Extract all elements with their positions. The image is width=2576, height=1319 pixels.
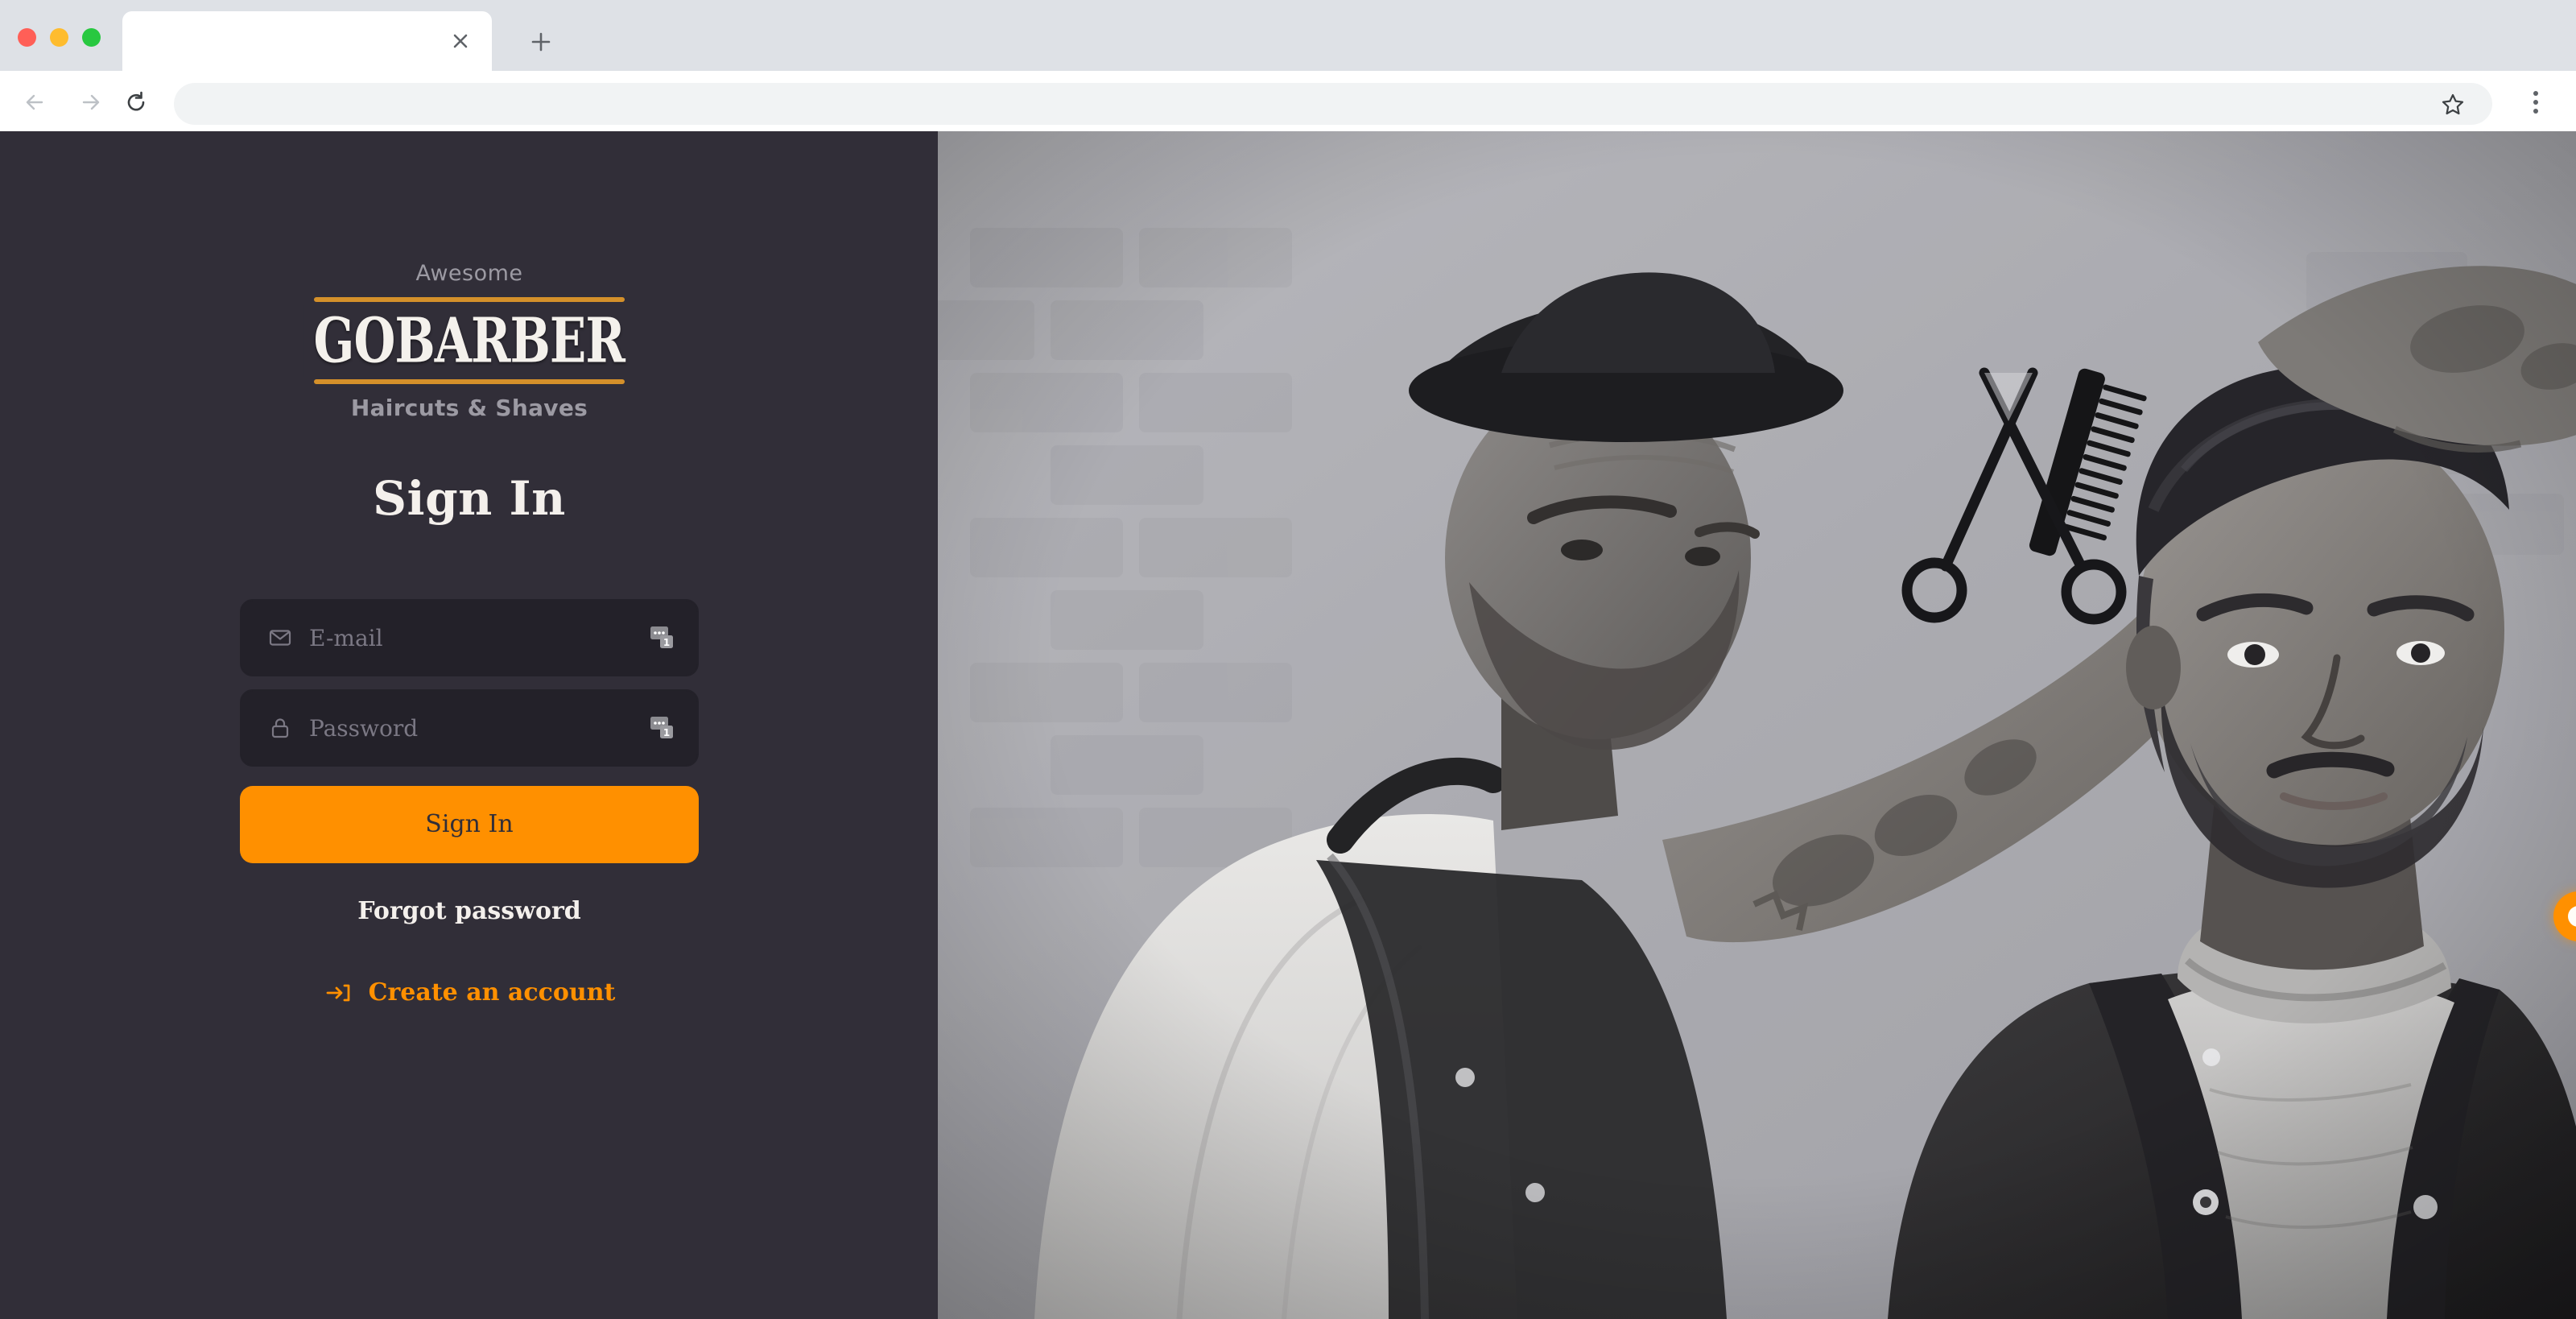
- page-title: Sign In: [373, 471, 566, 526]
- logo-main-row: GOBARBER: [303, 302, 636, 379]
- browser-menu-icon[interactable]: [2520, 86, 2552, 118]
- email-field[interactable]: 1: [240, 598, 699, 676]
- logo-top-word: Awesome: [415, 261, 523, 286]
- close-window-button[interactable]: [18, 28, 36, 47]
- chat-widget-icon: [2568, 906, 2576, 927]
- mail-icon: [267, 625, 293, 651]
- browser-tab[interactable]: [122, 11, 492, 71]
- password-manager-badge-icon[interactable]: 1: [649, 714, 678, 742]
- lock-icon: [267, 715, 293, 741]
- maximize-window-button[interactable]: [82, 28, 101, 47]
- menu-dot: [2533, 100, 2538, 105]
- browser-chrome: [0, 0, 2576, 131]
- tab-strip: [0, 0, 2576, 71]
- auth-panel: Awesome GOBARBER Haircuts & Shaves Sign …: [0, 131, 938, 1319]
- create-account-label: Create an account: [368, 978, 616, 1007]
- logo-bottom-word: Haircuts & Shaves: [350, 395, 588, 421]
- back-icon[interactable]: [18, 85, 52, 119]
- browser-toolbar: [0, 71, 2576, 131]
- sign-in-form: 1: [240, 598, 699, 863]
- reload-icon[interactable]: [119, 85, 153, 119]
- bookmark-star-icon[interactable]: [2438, 89, 2468, 120]
- menu-dot: [2533, 109, 2538, 114]
- logo-wordmark: GOBARBER: [303, 304, 636, 377]
- svg-text:1: 1: [663, 637, 670, 648]
- gobarber-logo: Awesome GOBARBER Haircuts & Shaves: [303, 261, 636, 421]
- password-input[interactable]: [308, 690, 625, 767]
- sign-in-button[interactable]: Sign In: [240, 785, 699, 863]
- minimize-window-button[interactable]: [50, 28, 68, 47]
- create-account-link[interactable]: Create an account: [324, 978, 616, 1007]
- close-tab-icon[interactable]: [447, 27, 474, 55]
- new-tab-icon[interactable]: [523, 24, 559, 60]
- auth-content: Awesome GOBARBER Haircuts & Shaves Sign …: [240, 131, 699, 1007]
- page-content: Awesome GOBARBER Haircuts & Shaves Sign …: [0, 131, 2576, 1319]
- password-field[interactable]: 1: [240, 688, 699, 767]
- app-root: Awesome GOBARBER Haircuts & Shaves Sign …: [0, 0, 2576, 1319]
- menu-dot: [2533, 91, 2538, 96]
- address-bar[interactable]: [174, 83, 2492, 125]
- email-input[interactable]: [308, 600, 625, 676]
- hero-image: [938, 131, 2576, 1319]
- window-controls: [18, 28, 101, 47]
- log-in-icon: [324, 978, 353, 1007]
- password-manager-badge-icon[interactable]: 1: [649, 624, 678, 651]
- logo-rule-bottom: [314, 379, 625, 384]
- forward-icon[interactable]: [74, 85, 108, 119]
- forgot-password-link[interactable]: Forgot password: [357, 897, 581, 925]
- svg-text:1: 1: [663, 727, 670, 738]
